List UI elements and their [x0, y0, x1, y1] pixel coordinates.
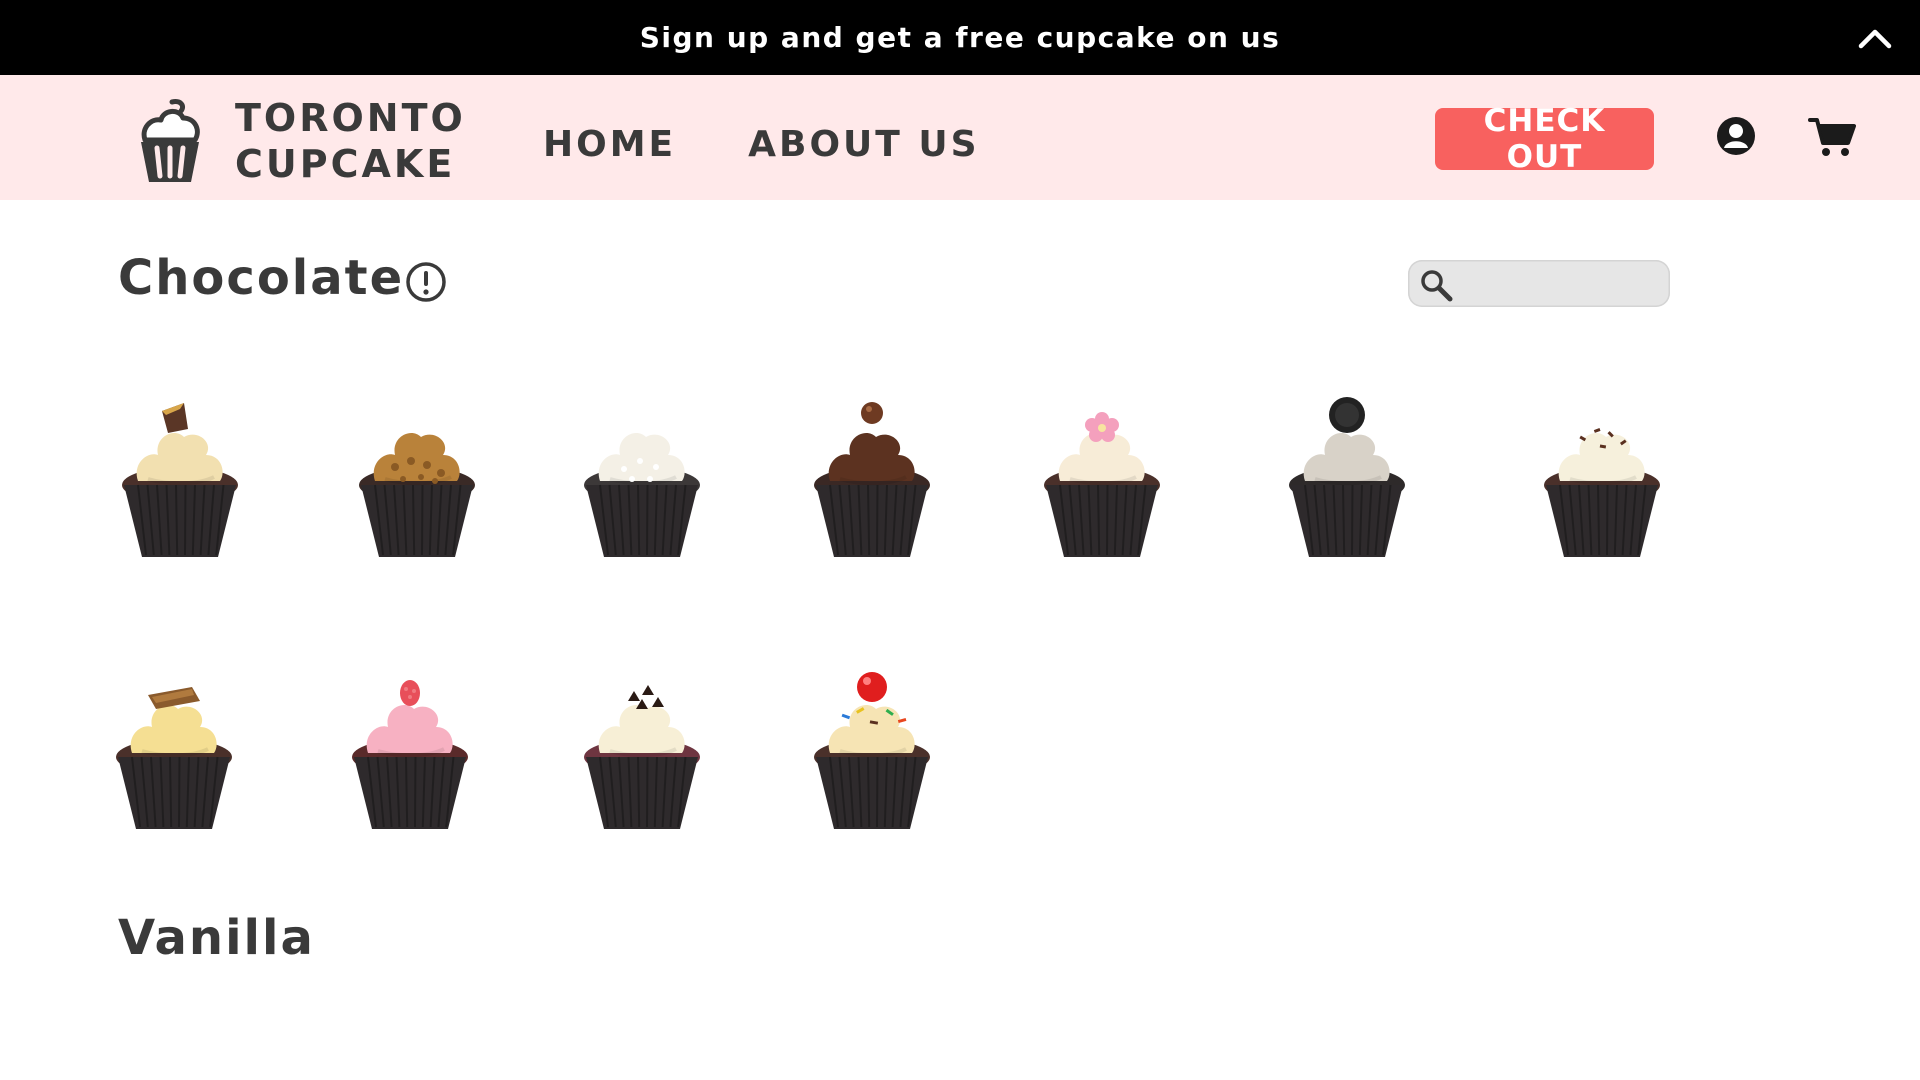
cupcake-image: [122, 403, 238, 557]
chevron-up-icon: [1858, 29, 1892, 49]
cupcake-image: [1289, 397, 1405, 557]
checkout-button[interactable]: CHECK OUT: [1435, 103, 1654, 175]
cupcake-item[interactable]: [810, 393, 935, 563]
nav-about-link[interactable]: ABOUT US: [748, 124, 979, 165]
cupcake-item[interactable]: [1040, 393, 1165, 563]
cupcake-image: [1044, 412, 1160, 557]
cupcake-image: [116, 687, 232, 829]
cupcake-item[interactable]: [1285, 393, 1410, 563]
promo-banner: Sign up and get a free cupcake on us: [0, 0, 1920, 75]
user-icon[interactable]: [1715, 115, 1757, 157]
info-icon[interactable]: [405, 261, 447, 303]
cart-icon[interactable]: [1808, 115, 1856, 159]
brand-name: TORONTO CUPCAKE: [235, 95, 466, 187]
cupcake-image: [352, 680, 468, 829]
site-header: TORONTO CUPCAKE HOME ABOUT US CHECK OUT: [0, 75, 1920, 200]
cupcake-item[interactable]: [348, 665, 473, 835]
cupcake-image: [584, 685, 700, 829]
cupcake-logo-icon: [141, 99, 200, 182]
cupcake-image: [1544, 428, 1660, 557]
cupcake-image: [359, 433, 475, 557]
section-title-vanilla: Vanilla: [118, 910, 315, 966]
cupcake-item[interactable]: [112, 665, 237, 835]
search-icon: [1421, 270, 1453, 302]
nav-home-link[interactable]: HOME: [543, 124, 676, 165]
promo-collapse-button[interactable]: [1858, 24, 1892, 52]
brand-logo[interactable]: TORONTO CUPCAKE: [135, 95, 466, 187]
cupcake-item[interactable]: [580, 393, 705, 563]
promo-text: Sign up and get a free cupcake on us: [639, 21, 1281, 54]
search-box: [1408, 260, 1670, 307]
section-title-chocolate: Chocolate: [118, 250, 405, 306]
cupcake-image: [814, 672, 930, 829]
cupcake-item[interactable]: [118, 393, 243, 563]
cupcake-item[interactable]: [1540, 393, 1665, 563]
search-input[interactable]: [1460, 266, 1664, 302]
cupcake-item[interactable]: [810, 665, 935, 835]
brand-line-1: TORONTO: [235, 96, 466, 140]
cupcake-item[interactable]: [355, 393, 480, 563]
cupcake-image: [814, 402, 930, 557]
cupcake-item[interactable]: [580, 665, 705, 835]
brand-line-2: CUPCAKE: [235, 142, 456, 186]
main-nav: HOME ABOUT US: [543, 124, 980, 165]
cupcake-image: [584, 433, 700, 557]
